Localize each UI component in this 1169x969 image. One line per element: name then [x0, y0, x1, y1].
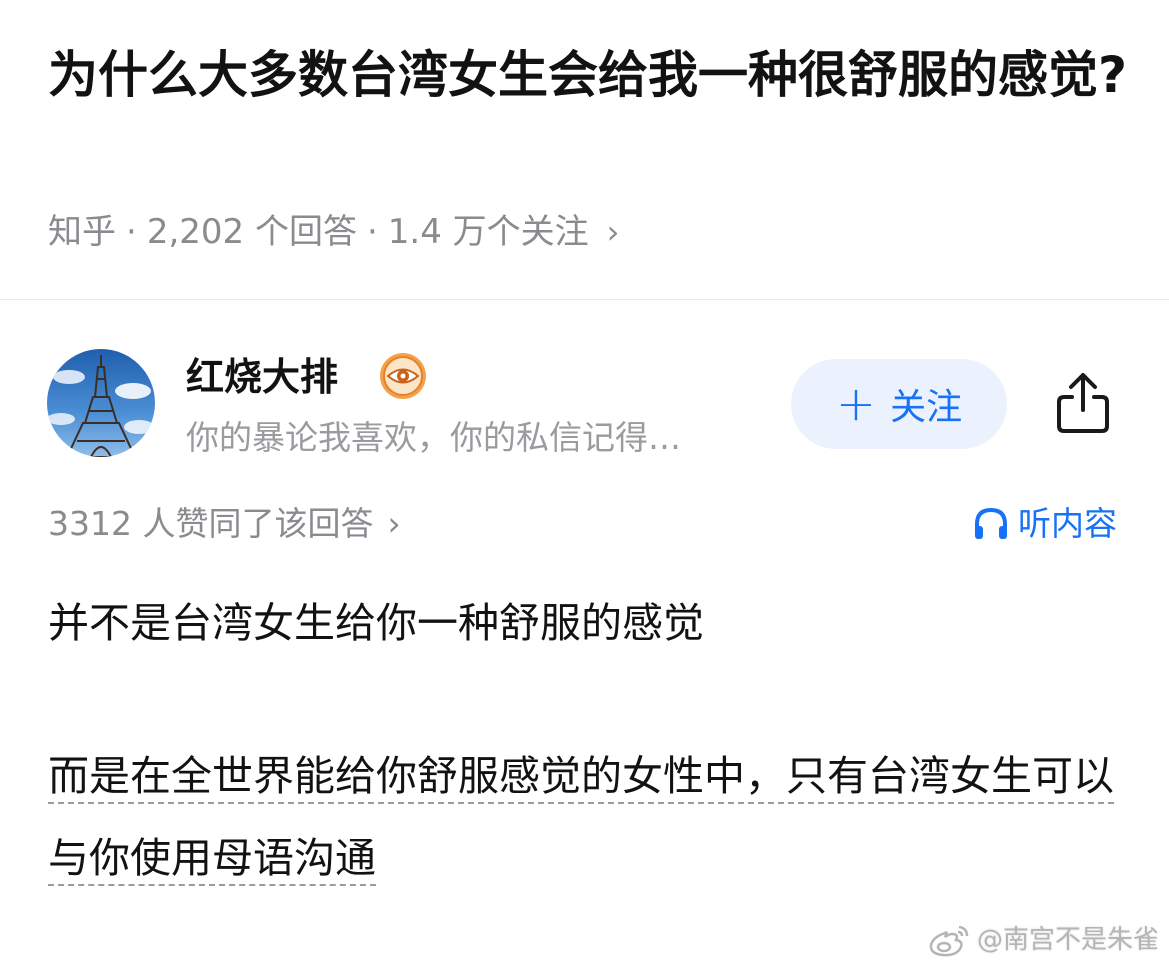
follow-label: 关注: [890, 387, 963, 428]
author-name[interactable]: 红烧大排: [186, 352, 338, 402]
chevron-right-icon: ›: [606, 213, 620, 251]
answer-paragraph-1: 并不是台湾女生给你一种舒服的感觉: [48, 599, 704, 647]
listen-button[interactable]: 听内容: [972, 498, 1117, 550]
question-meta[interactable]: 知乎 · 2,202 个回答 · 1.4 万个关注 ›: [48, 206, 619, 258]
follow-button[interactable]: + 关注: [791, 359, 1007, 449]
section-divider: [0, 299, 1169, 300]
answers-count: 2,202 个回答: [146, 212, 357, 252]
plus-icon: +: [835, 376, 877, 432]
source-label: 知乎: [48, 212, 116, 252]
question-title[interactable]: 为什么大多数台湾女生会给我一种很舒服的感觉?: [48, 36, 1128, 114]
avatar[interactable]: [47, 349, 155, 457]
upvote-count-label: 3312 人赞同了该回答: [48, 504, 374, 543]
watermark: @南宫不是朱雀: [927, 922, 1159, 958]
chevron-right-icon: ›: [387, 504, 401, 543]
weibo-icon: [929, 925, 969, 957]
eiffel-tower-avatar-image: [47, 349, 155, 457]
headphones-icon: [975, 507, 1007, 539]
separator-dot: ·: [126, 212, 137, 252]
watermark-text: @南宫不是朱雀: [976, 925, 1159, 955]
upvote-summary[interactable]: 3312 人赞同了该回答 ›: [48, 498, 401, 550]
share-icon[interactable]: [1050, 370, 1116, 436]
listen-label: 听内容: [1018, 504, 1117, 543]
separator-dot: ·: [366, 212, 378, 252]
eye-badge-icon: [378, 351, 428, 401]
followers-count: 1.4 万个关注: [387, 212, 589, 252]
author-bio: 你的暴论我喜欢，你的私信记得…: [186, 418, 681, 457]
answer-paragraph-2[interactable]: 而是在全世界能给你舒服感觉的女性中，只有台湾女生可以与你使用母语沟通: [48, 735, 1123, 899]
answer-paragraph-2-text: 而是在全世界能给你舒服感觉的女性中，只有台湾女生可以与你使用母语沟通: [48, 752, 1114, 886]
